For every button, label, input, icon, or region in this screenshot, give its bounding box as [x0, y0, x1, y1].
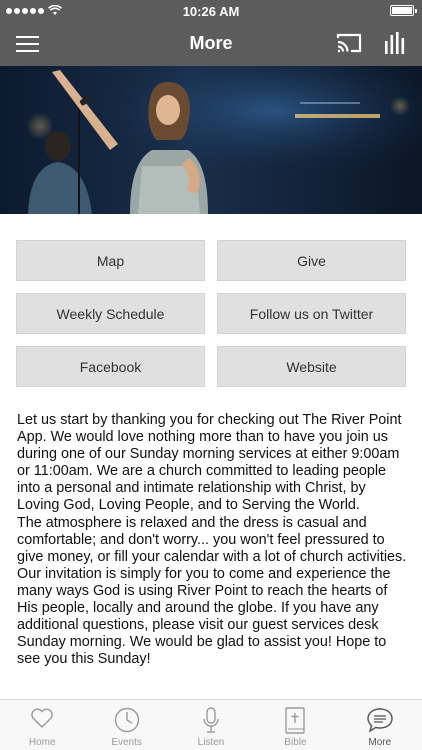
tab-more[interactable]: More [338, 700, 422, 750]
tab-more-label: More [368, 737, 392, 748]
microphone-icon [203, 707, 219, 733]
tab-listen-label: Listen [197, 737, 225, 748]
tab-events-label: Events [111, 737, 142, 748]
map-button[interactable]: Map [16, 240, 205, 281]
worship-leader-photo [0, 66, 422, 214]
tab-listen[interactable]: Listen [169, 700, 253, 750]
chat-bubble-icon [367, 708, 393, 733]
tab-bible-label: Bible [284, 737, 307, 748]
cast-icon[interactable] [336, 32, 362, 54]
tab-home-label: Home [28, 737, 56, 748]
hero-image [0, 66, 422, 214]
follow-twitter-button[interactable]: Follow us on Twitter [217, 293, 406, 334]
facebook-button[interactable]: Facebook [16, 346, 205, 387]
welcome-text: Let us start by thanking you for checkin… [17, 412, 407, 668]
give-button[interactable]: Give [217, 240, 406, 281]
tab-events[interactable]: Events [84, 700, 168, 750]
status-bar: 10:26 AM [0, 0, 422, 22]
tab-home[interactable]: Home [0, 700, 84, 750]
nav-bar: More [0, 22, 422, 66]
tab-bible[interactable]: Bible [253, 700, 337, 750]
status-time: 10:26 AM [182, 4, 240, 19]
clock-icon [114, 707, 139, 733]
equalizer-icon[interactable] [384, 31, 406, 55]
bible-icon [285, 707, 306, 734]
heart-icon [31, 708, 53, 728]
battery-icon [390, 5, 417, 16]
website-button[interactable]: Website [217, 346, 406, 387]
tab-bar: Home Events Listen Bible More [0, 699, 422, 750]
weekly-schedule-button[interactable]: Weekly Schedule [16, 293, 205, 334]
